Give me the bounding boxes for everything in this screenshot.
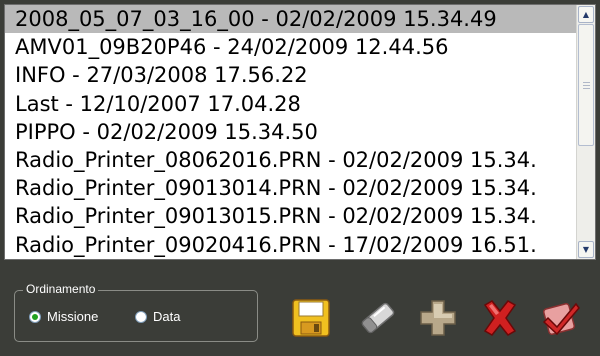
radio-date-label: Data (153, 309, 181, 324)
add-button[interactable] (416, 296, 460, 340)
list-item[interactable]: 2008_05_07_03_16_00 - 02/02/2009 15.34.4… (5, 5, 577, 34)
scroll-down-button[interactable]: ▼ (578, 241, 594, 258)
list-item[interactable]: INFO - 27/03/2008 17.56.22 (5, 61, 577, 89)
edit-icon (361, 302, 395, 334)
scrollbar-thumb[interactable] (578, 24, 594, 146)
list-item[interactable]: Radio_Printer_09020416.PRN - 17/02/2009 … (5, 231, 577, 259)
radio-date-circle[interactable] (135, 310, 147, 323)
list-item[interactable]: Radio_Printer_09013015.PRN - 02/02/2009 … (5, 202, 577, 230)
file-list[interactable]: 2008_05_07_03_16_00 - 02/02/2009 15.34.4… (4, 4, 596, 260)
confirm-icon (542, 302, 580, 336)
radio-mission-circle[interactable] (29, 310, 41, 323)
delete-button[interactable] (478, 296, 522, 340)
file-list-items: 2008_05_07_03_16_00 - 02/02/2009 15.34.4… (5, 5, 577, 259)
vertical-scrollbar[interactable]: ▲ ▼ (576, 5, 595, 259)
grip-icon (582, 81, 590, 89)
radio-selected-dot (32, 313, 38, 320)
edit-button[interactable] (356, 296, 400, 340)
list-item[interactable]: Radio_Printer_08062016.PRN - 02/02/2009 … (5, 146, 577, 174)
chevron-down-icon: ▼ (582, 245, 590, 254)
list-item[interactable]: PIPPO - 02/02/2009 15.34.50 (5, 118, 577, 146)
radio-mission[interactable]: Missione (29, 309, 98, 324)
list-item[interactable]: Radio_Printer_09013014.PRN - 02/02/2009 … (5, 174, 577, 202)
scroll-up-button[interactable]: ▲ (578, 6, 594, 23)
list-item[interactable]: AMV01_09B20P46 - 24/02/2009 12.44.56 (5, 33, 577, 61)
confirm-button[interactable] (538, 296, 582, 340)
save-button[interactable] (289, 296, 333, 340)
radio-date[interactable]: Data (135, 309, 180, 324)
list-item[interactable]: Last - 12/10/2007 17.04.28 (5, 90, 577, 118)
add-icon (420, 300, 456, 336)
save-icon (292, 299, 330, 337)
delete-icon (483, 300, 517, 336)
sort-group: Ordinamento Missione Data (14, 282, 258, 342)
sort-group-legend: Ordinamento (23, 282, 99, 296)
chevron-up-icon: ▲ (582, 10, 590, 19)
radio-mission-label: Missione (47, 309, 99, 324)
